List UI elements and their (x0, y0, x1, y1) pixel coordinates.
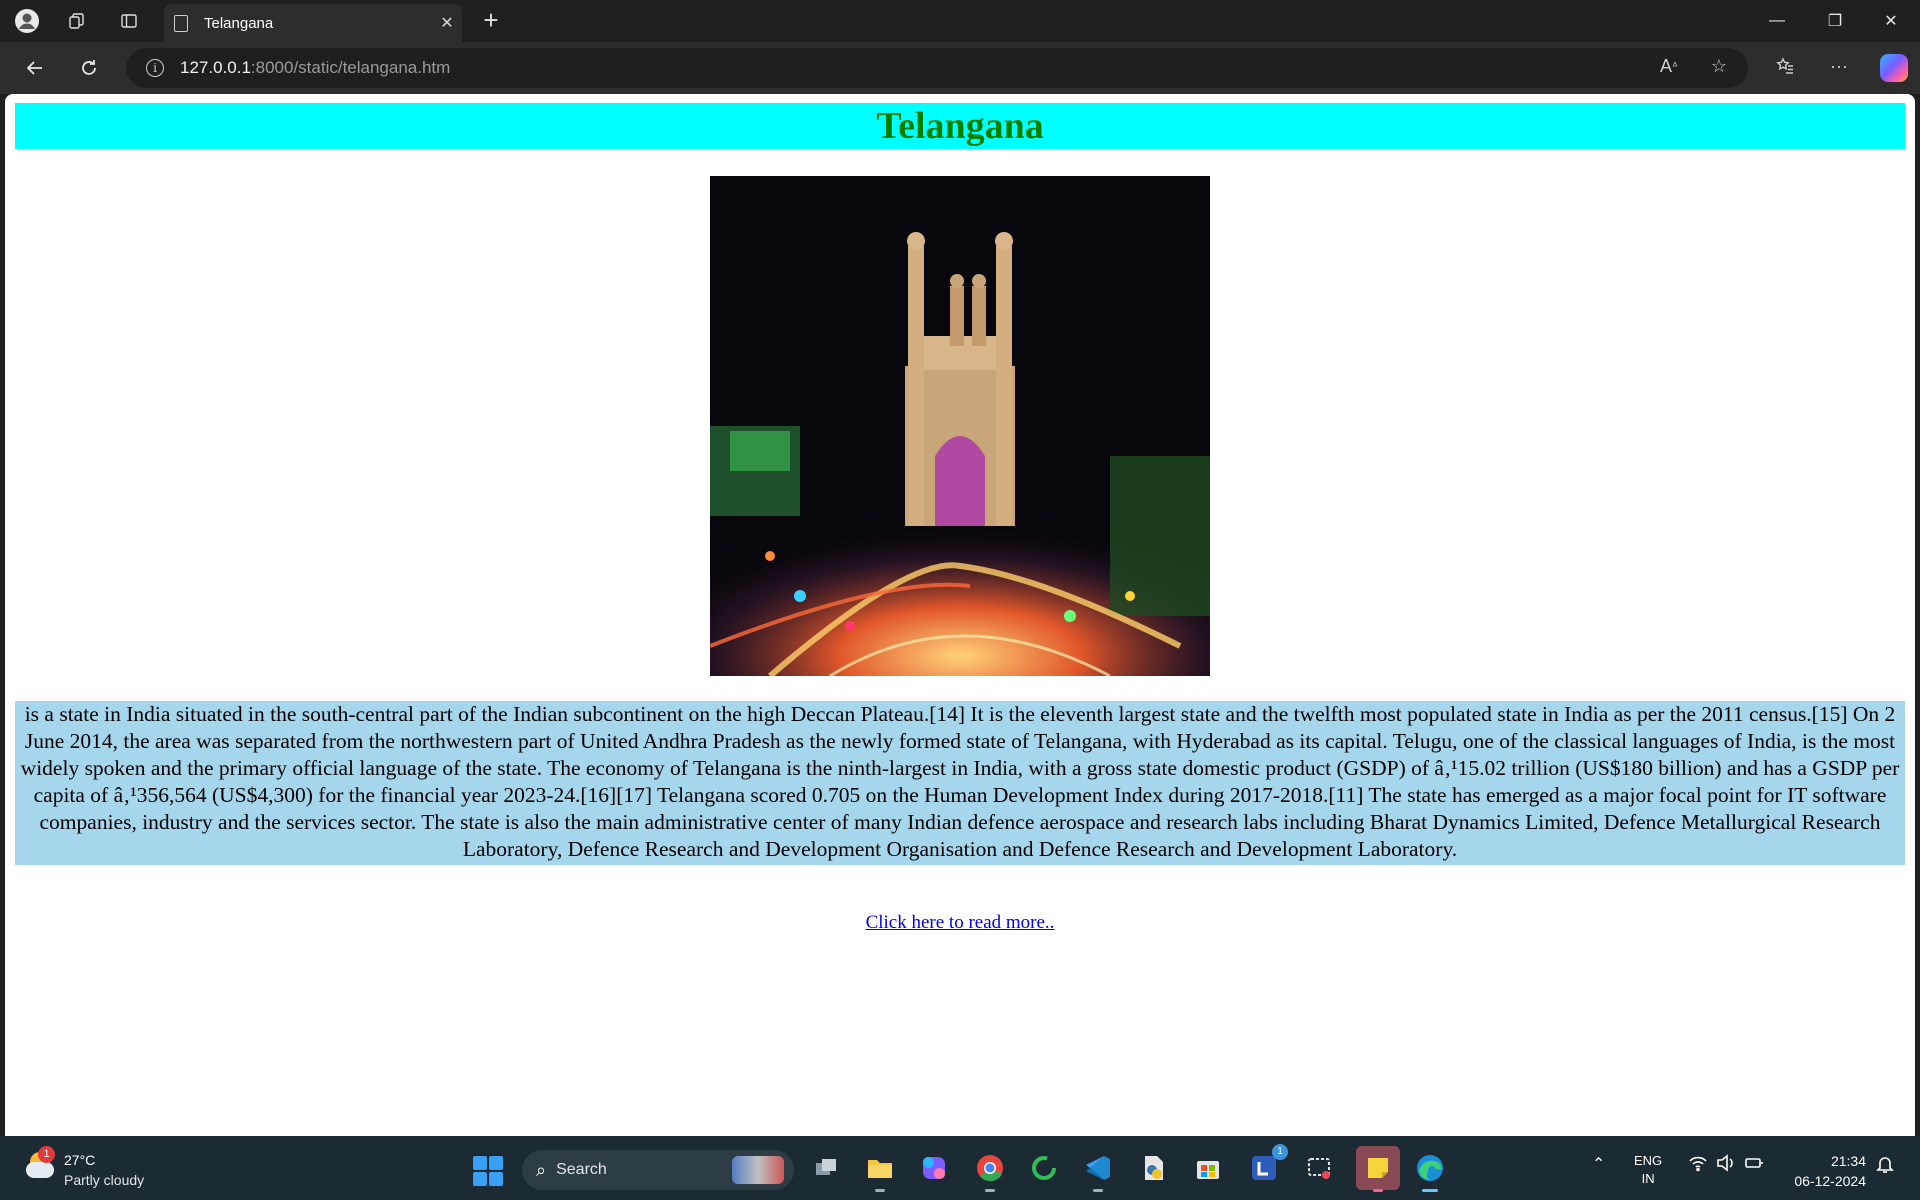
system-clock[interactable]: 21:34 06-12-2024 (1782, 1151, 1866, 1191)
read-aloud-icon[interactable]: Aᐞ (1654, 51, 1684, 81)
tab-title: Telangana (204, 14, 274, 32)
show-hidden-icons-button[interactable]: ⌃ (1592, 1154, 1605, 1174)
restore-button[interactable]: ❐ (1806, 0, 1864, 42)
url-text[interactable]: 127.0.0.1:8000/static/telangana.htm (180, 58, 450, 78)
notification-bell-icon[interactable] (1876, 1154, 1894, 1179)
weather-icon[interactable]: 1 (24, 1146, 55, 1180)
clock-time: 21:34 (1830, 1153, 1866, 1169)
microsoft-store-icon[interactable] (1190, 1150, 1226, 1186)
new-tab-button[interactable]: + (476, 6, 506, 36)
copilot-app-icon[interactable] (916, 1150, 952, 1186)
file-explorer-icon[interactable] (862, 1150, 898, 1192)
search-icon: ⌕ (536, 1159, 547, 1180)
read-more-link[interactable]: Click here to read more.. (5, 912, 1915, 934)
taskbar-search[interactable]: ⌕ Search (522, 1150, 794, 1190)
copilot-icon[interactable] (1880, 54, 1908, 82)
favorites-icon[interactable] (1770, 51, 1800, 81)
battery-icon[interactable] (1744, 1154, 1764, 1177)
start-button[interactable] (473, 1156, 503, 1186)
more-options-icon[interactable]: ··· (1824, 51, 1854, 81)
task-view-icon[interactable] (808, 1150, 844, 1186)
browser-title-bar: Telangana ✕ + — ❐ ✕ (0, 0, 1920, 42)
search-highlight-icon (732, 1156, 784, 1184)
volume-icon[interactable] (1716, 1154, 1736, 1177)
vscode-icon[interactable] (1080, 1150, 1116, 1192)
search-label: Search (556, 1161, 607, 1178)
region-code: IN (1641, 1171, 1655, 1186)
app-notification-badge: 1 (1272, 1144, 1288, 1160)
web-page: Telangana is a state in India situated i… (5, 94, 1915, 1136)
refresh-ring-app-icon[interactable] (1026, 1150, 1062, 1186)
wifi-icon[interactable] (1688, 1154, 1708, 1177)
address-bar[interactable]: i 127.0.0.1:8000/static/telangana.htm (126, 48, 1748, 88)
minimize-button[interactable]: — (1748, 0, 1806, 42)
description-paragraph: is a state in India situated in the sout… (15, 701, 1905, 865)
clock-date: 06-12-2024 (1794, 1173, 1866, 1189)
browser-toolbar: i 127.0.0.1:8000/static/telangana.htm Aᐞ… (0, 42, 1920, 94)
page-title: Telangana (15, 103, 1905, 149)
snipping-tool-icon[interactable] (1302, 1150, 1338, 1186)
back-button[interactable] (18, 51, 52, 85)
edge-browser-icon[interactable] (1412, 1150, 1448, 1192)
workspaces-icon[interactable] (62, 6, 92, 36)
chrome-icon[interactable] (972, 1150, 1008, 1192)
language-indicator[interactable]: ENG IN (1634, 1152, 1662, 1188)
vertical-tabs-icon[interactable] (114, 6, 144, 36)
taskbar: 1 27°C Partly cloudy ⌕ Search 1 ⌃ ENG IN… (0, 1136, 1920, 1200)
weather-badge: 1 (38, 1146, 55, 1163)
language-code: ENG (1634, 1153, 1663, 1168)
site-info-icon[interactable]: i (146, 59, 164, 77)
favorite-star-icon[interactable]: ☆ (1704, 51, 1734, 81)
page-icon (174, 14, 188, 32)
tab-telangana[interactable]: Telangana ✕ (164, 4, 462, 42)
charminar-image (710, 176, 1210, 676)
close-tab-icon[interactable]: ✕ (432, 13, 462, 33)
weather-description[interactable]: Partly cloudy (64, 1172, 144, 1188)
weather-temperature[interactable]: 27°C (64, 1152, 95, 1168)
sticky-notes-icon[interactable] (1356, 1146, 1400, 1192)
close-window-button[interactable]: ✕ (1862, 0, 1920, 42)
refresh-button[interactable] (72, 51, 106, 85)
profile-avatar-icon[interactable] (12, 6, 42, 36)
python-file-icon[interactable] (1136, 1150, 1172, 1186)
linkedin-learning-icon[interactable]: 1 (1246, 1144, 1288, 1186)
